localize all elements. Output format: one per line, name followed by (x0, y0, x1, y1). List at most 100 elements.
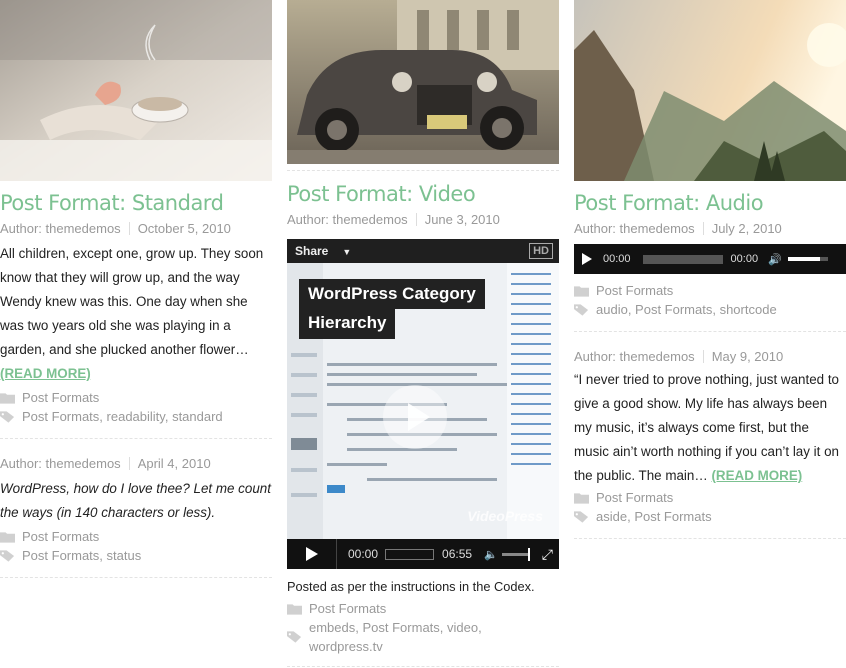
post-title[interactable]: Post Format: Audio (574, 190, 846, 216)
post-date[interactable]: May 9, 2010 (712, 349, 784, 364)
post-author[interactable]: Author: themedemos (574, 221, 695, 236)
post-tags: aside, Post Formats (574, 507, 846, 526)
post-meta: Author: themedemos July 2, 2010 (574, 220, 846, 238)
folder-icon (0, 531, 15, 543)
tag-link[interactable]: wordpress.tv (309, 639, 383, 654)
post-meta: Author: themedemos April 4, 2010 (0, 455, 272, 473)
seek-bar[interactable] (642, 254, 723, 264)
post-meta: Author: themedemos June 3, 2010 (287, 211, 559, 229)
share-label: Share (295, 244, 329, 258)
post-aside: Author: themedemos May 9, 2010 “I never t… (574, 332, 846, 539)
right-column: Post Format: Audio Author: themedemos Jul… (574, 0, 846, 539)
tag-link[interactable]: Post Formats (634, 509, 711, 524)
post-title[interactable]: Post Format: Video (287, 181, 559, 207)
tag-icon (287, 631, 302, 643)
tag-link[interactable]: aside (596, 509, 627, 524)
category-link[interactable]: Post Formats (596, 281, 673, 300)
read-more-link[interactable]: (READ MORE) (0, 366, 91, 381)
chevron-down-icon: ▼ (342, 247, 352, 257)
category-link[interactable]: Post Formats (22, 388, 99, 407)
post-meta: Author: themedemos May 9, 2010 (574, 348, 846, 366)
category-link[interactable]: Post Formats (309, 599, 386, 618)
videopress-watermark: VideoPress (467, 508, 543, 524)
tag-link[interactable]: Post Formats (22, 409, 99, 424)
volume-slider[interactable] (787, 257, 828, 261)
post-divider (574, 538, 846, 539)
post-tags: audio, Post Formats, shortcode (574, 300, 846, 319)
post-date[interactable]: April 4, 2010 (138, 456, 211, 471)
post-excerpt: All children, except one, grow up. They … (0, 242, 272, 386)
play-icon[interactable] (582, 253, 592, 265)
category-link[interactable]: Post Formats (596, 488, 673, 507)
video-player[interactable]: Share ▼ HD WordPress Category Hierarchy V… (287, 239, 559, 569)
post-author[interactable]: Author: themedemos (287, 212, 408, 227)
folder-icon (0, 392, 15, 404)
post-categories: Post Formats (574, 281, 846, 300)
volume-icon[interactable]: 🔈 (484, 548, 498, 561)
tag-icon (574, 511, 589, 523)
video-top-bar: Share ▼ HD (287, 239, 559, 263)
post-divider (287, 666, 559, 667)
post-author[interactable]: Author: themedemos (0, 456, 121, 471)
tag-link[interactable]: readability (107, 409, 165, 424)
post-excerpt: WordPress, how do I love thee? Let me co… (0, 481, 271, 520)
play-button[interactable] (287, 539, 337, 569)
post-status: Author: themedemos April 4, 2010 WordPres… (0, 439, 272, 578)
post-thumbnail-vintage-car[interactable] (287, 0, 559, 164)
post-video: Post Format: Video Author: themedemos Jun… (287, 164, 559, 667)
post-excerpt: Posted as per the instructions in the Co… (287, 579, 535, 594)
seek-bar[interactable] (385, 548, 435, 560)
middle-column: Post Format: Video Author: themedemos Jun… (287, 0, 559, 667)
post-author[interactable]: Author: themedemos (574, 349, 695, 364)
post-title[interactable]: Post Format: Standard (0, 190, 272, 216)
post-categories: Post Formats (0, 527, 272, 546)
post-excerpt: “I never tried to prove nothing, just wa… (574, 368, 846, 488)
tag-link[interactable]: standard (172, 409, 223, 424)
post-meta: Author: themedemos October 5, 2010 (0, 220, 272, 238)
folder-icon (287, 603, 302, 615)
post-tags: Post Formats, status (0, 546, 272, 565)
post-thumbnail-mountain[interactable] (574, 0, 846, 181)
tag-link[interactable]: Post Formats (635, 302, 712, 317)
tag-link[interactable]: video (447, 620, 478, 635)
volume-icon[interactable]: 🔊 (768, 253, 782, 266)
hd-button[interactable]: HD (529, 243, 553, 259)
tag-link[interactable]: Post Formats (362, 620, 439, 635)
post-date[interactable]: July 2, 2010 (712, 221, 782, 236)
category-link[interactable]: Post Formats (22, 527, 99, 546)
current-time: 00:00 (603, 253, 631, 265)
tag-link[interactable]: shortcode (720, 302, 777, 317)
video-caption-line: WordPress Category (299, 279, 485, 309)
play-icon (305, 547, 318, 561)
tag-icon (0, 411, 15, 423)
video-caption: WordPress Category Hierarchy (299, 279, 485, 339)
post-excerpt-text: All children, except one, grow up. They … (0, 246, 264, 357)
duration: 00:00 (730, 253, 759, 265)
video-controls: 00:00 06:55 🔈 ⤢ (287, 539, 559, 569)
play-overlay-icon[interactable] (383, 385, 447, 449)
post-tags: embeds, Post Formats, video, wordpress.t… (287, 618, 559, 656)
tag-icon (574, 304, 589, 316)
post-author[interactable]: Author: themedemos (0, 221, 121, 236)
audio-player[interactable]: 00:00 00:00 🔊 (574, 244, 846, 274)
post-categories: Post Formats (0, 388, 272, 407)
post-standard: Post Format: Standard Author: themedemos… (0, 181, 272, 439)
volume-slider[interactable] (501, 547, 530, 561)
post-excerpt-text: “I never tried to prove nothing, just wa… (574, 372, 839, 483)
tag-link[interactable]: status (107, 548, 142, 563)
left-column: Post Format: Standard Author: themedemos… (0, 0, 272, 578)
current-time: 00:00 (348, 547, 379, 561)
post-date[interactable]: October 5, 2010 (138, 221, 231, 236)
share-button[interactable]: Share ▼ (295, 244, 351, 258)
tag-link[interactable]: Post Formats (22, 548, 99, 563)
video-caption-line: Hierarchy (299, 309, 396, 339)
post-date[interactable]: June 3, 2010 (425, 212, 500, 227)
post-divider (0, 577, 272, 578)
tag-link[interactable]: embeds (309, 620, 355, 635)
folder-icon (574, 492, 589, 504)
tag-link[interactable]: audio (596, 302, 628, 317)
fullscreen-icon[interactable]: ⤢ (542, 546, 553, 563)
read-more-link[interactable]: (READ MORE) (711, 468, 802, 483)
post-thumbnail-teacup[interactable] (0, 0, 272, 181)
post-audio: Post Format: Audio Author: themedemos Jul… (574, 181, 846, 332)
